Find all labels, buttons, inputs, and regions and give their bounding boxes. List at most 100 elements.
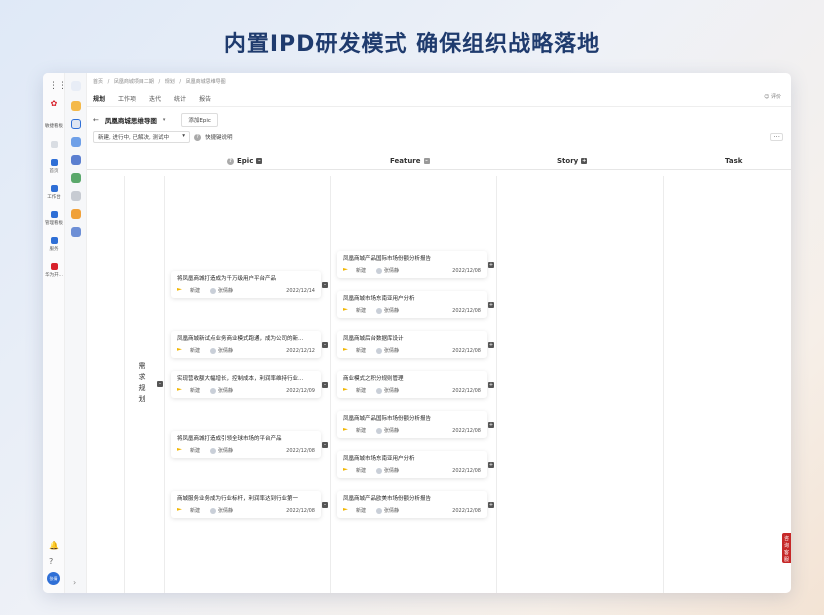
mindmap-icon[interactable]: [71, 119, 81, 129]
card-meta: 新建 张倩静 2022/12/08: [343, 427, 481, 434]
card-meta: 新建 张倩静 2022/12/12: [177, 347, 315, 354]
column-feature: Feature –: [390, 157, 430, 165]
card-status: 新建: [356, 508, 367, 514]
column-title: Story: [557, 157, 579, 165]
expand-card-icon[interactable]: +: [488, 422, 494, 428]
card-status: 新建: [190, 448, 201, 454]
breadcrumb-item[interactable]: 规划: [165, 79, 175, 85]
main-area: 首页 / 凤凰商城项目二期 / 规划 / 凤凰商城思维导图 规划 工作项 迭代 …: [87, 73, 791, 593]
feature-card[interactable]: 凤凰商城市场东南亚用户分析 新建 张倩静 2022/12/08: [337, 451, 487, 478]
add-epic-button[interactable]: 添加Epic: [181, 113, 218, 127]
cube-icon[interactable]: [71, 137, 81, 147]
card-date: 2022/12/08: [286, 507, 315, 514]
cloud-icon[interactable]: [71, 191, 81, 201]
module-icon[interactable]: [71, 101, 81, 111]
epic-card[interactable]: 将凤凰商城打造成为千万级用户平台产品 新建 张倩静 2022/12/14: [171, 271, 321, 298]
card-date: 2022/12/08: [452, 267, 481, 274]
collapse-card-icon[interactable]: –: [322, 382, 328, 388]
question-icon[interactable]: ?: [227, 157, 234, 165]
card-title: 凤凰商城新试点业务商业模式跑通，成为公司的新...: [177, 336, 304, 342]
expand-story-icon[interactable]: +: [581, 158, 588, 164]
expand-chevron-icon[interactable]: ›: [73, 578, 76, 587]
leaf-icon[interactable]: [71, 173, 81, 183]
collapse-card-icon[interactable]: –: [322, 502, 328, 508]
help-icon[interactable]: ?: [49, 557, 53, 566]
breadcrumb-item[interactable]: 首页: [93, 79, 103, 85]
rail-item-board[interactable]: 管理看板: [43, 211, 65, 226]
card-date: 2022/12/12: [286, 347, 315, 354]
flag-icon: [177, 508, 182, 511]
collapse-row-icon[interactable]: –: [157, 381, 163, 387]
user-avatar-icon: [376, 427, 383, 434]
card-title: 凤凰商城产品国际市场份额分析报告: [343, 416, 432, 422]
flag-icon: [343, 508, 348, 511]
expand-card-icon[interactable]: +: [488, 382, 494, 388]
feature-card[interactable]: 凤凰商城产品欧美市场份额分析报告 新建 张倩静 2022/12/08: [337, 491, 487, 518]
expand-card-icon[interactable]: +: [488, 342, 494, 348]
project-icon[interactable]: [71, 81, 81, 91]
rail-item-agile[interactable]: 敏捷看板: [43, 123, 65, 129]
card-title: 凤凰商城产品国际市场份额分析报告: [343, 256, 432, 262]
collapse-card-icon[interactable]: –: [322, 342, 328, 348]
card-title: 将凤凰商城打造成引领全球市场的平台产品: [177, 436, 282, 442]
chart-icon[interactable]: [71, 155, 81, 165]
status-filter-select[interactable]: 新建, 进行中, 已解决, 测试中 ▾: [93, 131, 190, 143]
feature-card[interactable]: 商业模式之积分规则管理 新建 张倩静 2022/12/08: [337, 371, 487, 398]
more-menu-button[interactable]: ···: [770, 133, 783, 141]
card-status: 新建: [190, 348, 201, 354]
package-icon[interactable]: [71, 209, 81, 219]
feature-card[interactable]: 凤凰商城后台数据库设计 新建 张倩静 2022/12/08: [337, 331, 487, 358]
card-date: 2022/12/09: [286, 387, 315, 394]
page-title-row: ← 凤凰商城思维导图 ▾ 添加Epic: [93, 113, 218, 127]
avatar[interactable]: 张倩: [47, 572, 60, 585]
epic-card[interactable]: 实现营收额大幅增长，控制成本，利润率维持行业... 新建 张倩静 2022/12/0…: [171, 371, 321, 398]
feature-card[interactable]: 凤凰商城产品国际市场份额分析报告 新建 张倩静 2022/12/08: [337, 411, 487, 438]
customer-service-tab[interactable]: 咨询客服: [782, 533, 791, 563]
card-meta: 新建 张倩静 2022/12/08: [343, 347, 481, 354]
rail-item-pin[interactable]: [43, 141, 65, 150]
feedback-button[interactable]: ☺ 评价: [764, 93, 781, 100]
global-rail: ⋮⋮ ✿ 敏捷看板 首页 工作台 管理看板 服务 华为开... 🔔 ? 张倩: [43, 73, 67, 593]
card-title: 将凤凰商城打造成为千万级用户平台产品: [177, 276, 277, 282]
collapse-epic-icon[interactable]: –: [256, 158, 263, 164]
question-icon[interactable]: ?: [194, 133, 201, 141]
expand-card-icon[interactable]: +: [488, 462, 494, 468]
collapse-card-icon[interactable]: –: [322, 282, 328, 288]
home-icon: [50, 159, 58, 166]
user-avatar-icon: [376, 507, 383, 514]
card-status: 新建: [190, 288, 201, 294]
expand-card-icon[interactable]: +: [488, 502, 494, 508]
rail-item-service[interactable]: 服务: [43, 237, 65, 252]
flag-icon: [343, 428, 348, 431]
rail-item-label: 管理看板: [45, 221, 63, 226]
settings-icon[interactable]: [71, 227, 81, 237]
shortcut-help-link[interactable]: 快捷键说明: [205, 133, 233, 141]
card-title: 凤凰商城产品欧美市场份额分析报告: [343, 496, 432, 502]
epic-card[interactable]: 商城服务业务成为行业标杆，利润率达到行业第一 新建 张倩静 2022/12/08: [171, 491, 321, 518]
filter-row: 新建, 进行中, 已解决, 测试中 ▾ ? 快捷键说明: [93, 131, 233, 143]
back-arrow-icon[interactable]: ←: [93, 116, 99, 124]
status-filter-value: 新建, 进行中, 已解决, 测试中: [98, 135, 169, 141]
pin-icon: [50, 141, 58, 148]
rail-item-home[interactable]: 首页: [43, 159, 65, 174]
rail-item-label: 服务: [49, 247, 59, 252]
epic-card[interactable]: 凤凰商城新试点业务商业模式跑通，成为公司的新... 新建 张倩静 2022/12/1…: [171, 331, 321, 358]
bell-icon[interactable]: 🔔: [49, 541, 59, 550]
feature-card[interactable]: 凤凰商城市场东南亚用户分析 新建 张倩静 2022/12/08: [337, 291, 487, 318]
user-avatar-icon: [210, 287, 217, 294]
card-user: 张倩静: [384, 468, 400, 474]
feature-card[interactable]: 凤凰商城产品国际市场份额分析报告 新建 张倩静 2022/12/08: [337, 251, 487, 278]
chevron-down-icon[interactable]: ▾: [163, 117, 166, 123]
rail-item-workbench[interactable]: 工作台: [43, 185, 65, 200]
collapse-card-icon[interactable]: –: [322, 442, 328, 448]
board-icon: [50, 211, 58, 218]
expand-card-icon[interactable]: +: [488, 302, 494, 308]
card-date: 2022/12/08: [452, 507, 481, 514]
card-meta: 新建 张倩静 2022/12/08: [343, 267, 481, 274]
rail-item-huawei[interactable]: 华为开...: [43, 263, 65, 278]
epic-card[interactable]: 将凤凰商城打造成引领全球市场的平台产品 新建 张倩静 2022/12/08: [171, 431, 321, 458]
breadcrumb-item[interactable]: 凤凰商城项目二期: [114, 79, 154, 85]
page-headline: 内置IPD研发模式 确保组织战略落地: [223, 32, 601, 57]
collapse-feature-icon[interactable]: –: [423, 158, 430, 164]
expand-card-icon[interactable]: +: [488, 262, 494, 268]
